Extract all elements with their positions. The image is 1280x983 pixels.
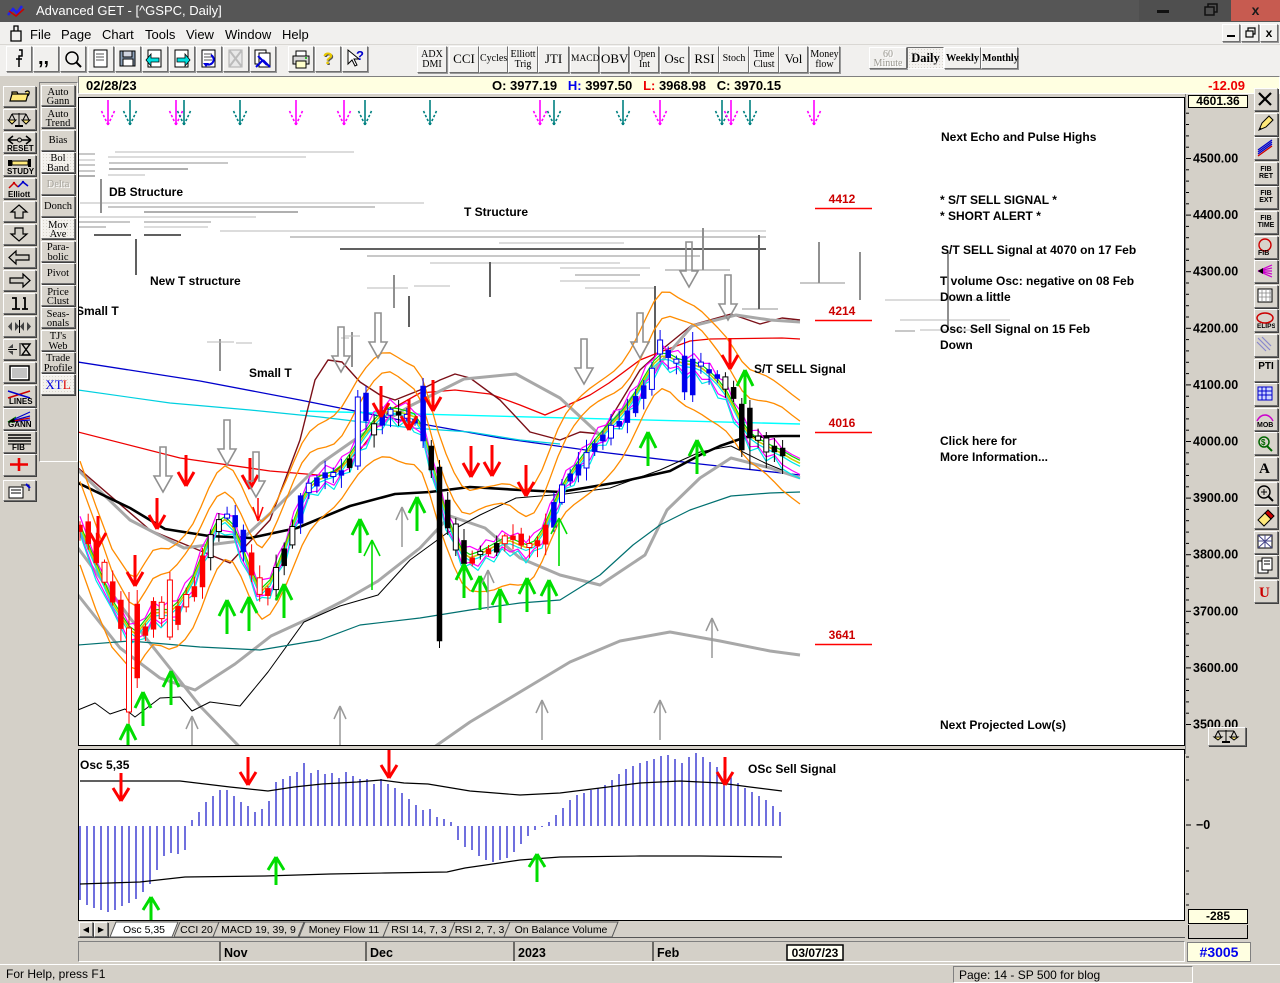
svg-text:Dec: Dec xyxy=(370,946,393,960)
svg-text:Feb: Feb xyxy=(657,946,680,960)
svg-text:Nov: Nov xyxy=(224,946,248,960)
svg-text:03/07/23: 03/07/23 xyxy=(792,946,839,960)
svg-text:2023: 2023 xyxy=(518,946,546,960)
